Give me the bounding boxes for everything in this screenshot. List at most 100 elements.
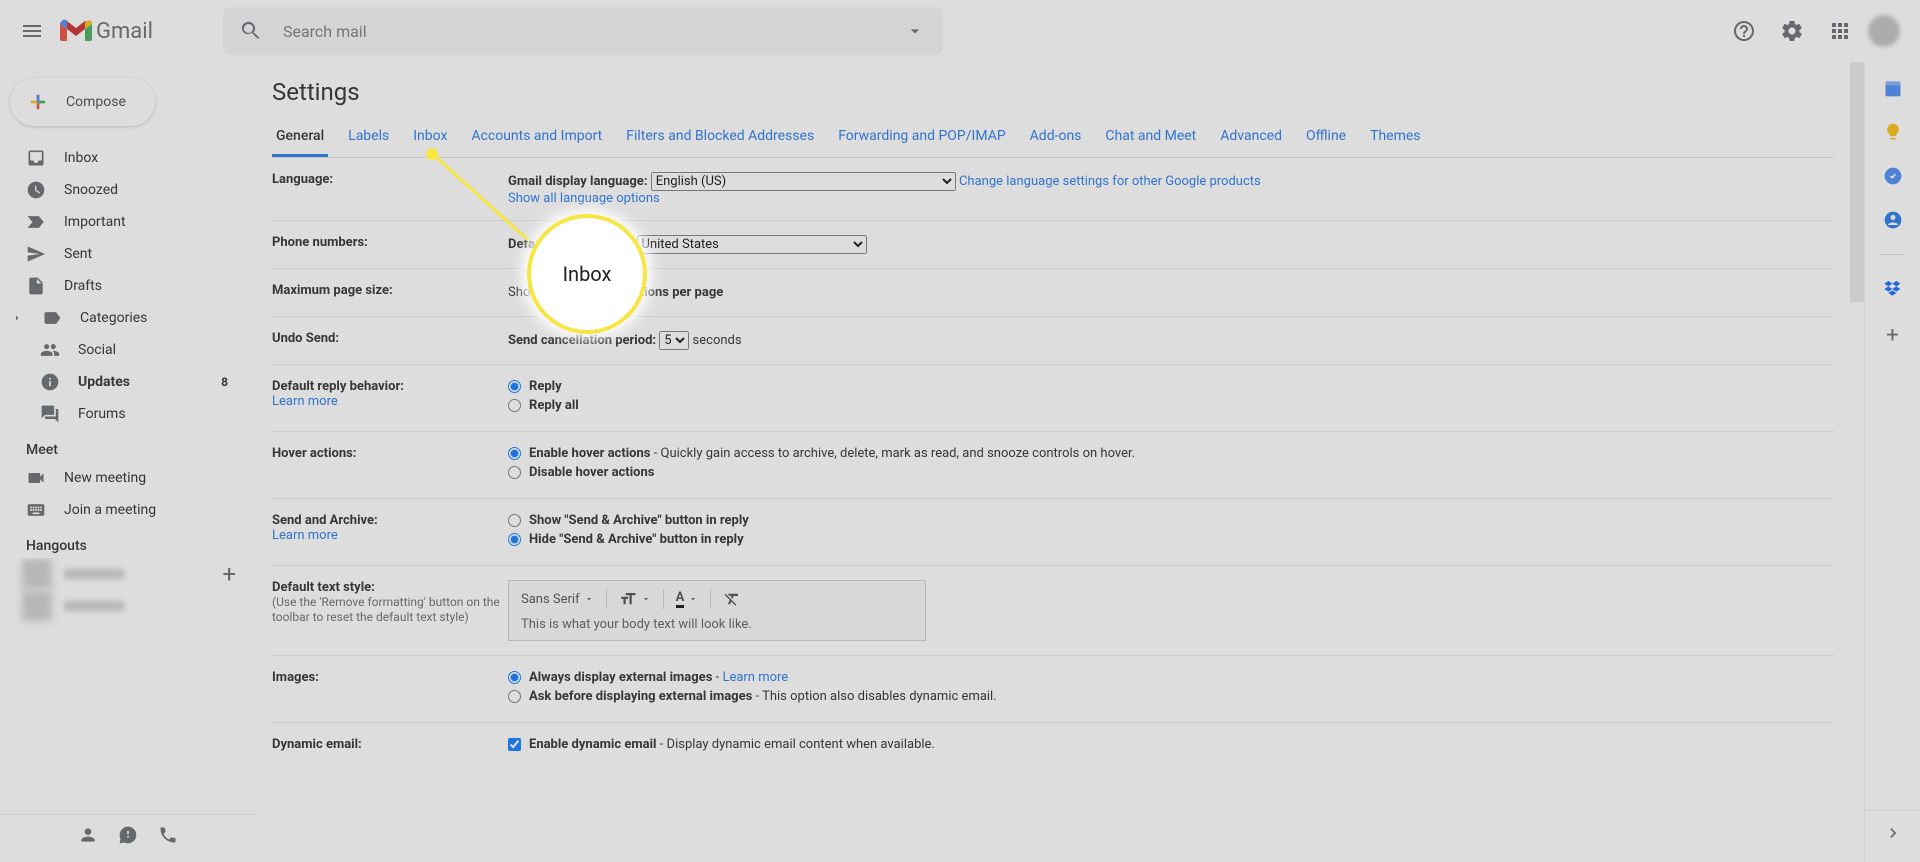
contacts-addon[interactable] <box>1883 210 1903 230</box>
support-button[interactable] <box>1724 11 1764 51</box>
tab-advanced[interactable]: Advanced <box>1216 118 1286 157</box>
sidebar: Compose Inbox Snoozed Important Sent Dra… <box>0 62 256 862</box>
sidebar-item-drafts[interactable]: Drafts <box>0 270 240 302</box>
sidebar-item-new-meeting[interactable]: New meeting <box>0 462 240 494</box>
search-bar[interactable] <box>223 7 943 55</box>
sidebar-item-label: Drafts <box>64 278 102 294</box>
search-input[interactable] <box>283 22 895 41</box>
archive-learn-more-link[interactable]: Learn more <box>272 528 338 543</box>
hide-archive-radio[interactable] <box>508 533 521 546</box>
dropbox-addon[interactable] <box>1883 279 1903 299</box>
sidebar-item-join-meeting[interactable]: Join a meeting <box>0 494 240 526</box>
hangouts-tabs <box>0 814 256 854</box>
change-language-link[interactable]: Change language settings for other Googl… <box>959 174 1261 189</box>
settings-button[interactable] <box>1772 11 1812 51</box>
font-size-button[interactable] <box>619 590 651 608</box>
reply-radio[interactable] <box>508 380 521 393</box>
tab-addons[interactable]: Add-ons <box>1026 118 1086 157</box>
hangouts-list: + <box>0 558 256 814</box>
scrollbar[interactable] <box>1850 62 1864 302</box>
sidebar-item-social[interactable]: Social <box>0 334 240 366</box>
tab-filters[interactable]: Filters and Blocked Addresses <box>622 118 818 157</box>
sidebar-item-categories[interactable]: Categories <box>0 302 240 334</box>
chevron-right-icon <box>1883 823 1903 843</box>
sidebar-item-label: Inbox <box>64 150 98 166</box>
archive-opt1: Show "Send & Archive" button in reply <box>529 513 749 528</box>
undo-period-select[interactable]: 5 <box>659 331 689 350</box>
video-icon <box>26 468 46 488</box>
search-button[interactable] <box>231 11 271 51</box>
clock-icon <box>26 180 46 200</box>
font-color-button[interactable]: A <box>676 590 699 608</box>
sidebar-item-inbox[interactable]: Inbox <box>0 142 240 174</box>
images-learn-more-link[interactable]: Learn more <box>722 670 788 685</box>
sidebar-item-updates[interactable]: Updates 8 <box>0 366 240 398</box>
important-icon <box>26 212 46 232</box>
remove-formatting-button[interactable] <box>723 590 741 608</box>
text-style-label: Default text style: <box>272 580 375 595</box>
disable-hover-radio[interactable] <box>508 466 521 479</box>
tab-labels[interactable]: Labels <box>344 118 393 157</box>
always-images-radio[interactable] <box>508 671 521 684</box>
dynamic-opt1: Enable dynamic email <box>529 737 657 752</box>
tab-inbox[interactable]: Inbox <box>409 118 451 157</box>
hover-label: Hover actions: <box>272 446 508 484</box>
caret-down-icon <box>688 594 698 604</box>
tab-accounts[interactable]: Accounts and Import <box>467 118 606 157</box>
dynamic-label: Dynamic email: <box>272 737 508 756</box>
caret-right-icon <box>10 308 24 328</box>
dynamic-email-checkbox[interactable] <box>508 738 521 751</box>
row-phone: Phone numbers: Default country code: Uni… <box>272 221 1834 269</box>
side-panel: + <box>1864 62 1920 862</box>
gmail-logo[interactable]: Gmail <box>60 19 153 44</box>
sidebar-item-sent[interactable]: Sent <box>0 238 240 270</box>
text-style-sublabel: (Use the 'Remove formatting' button on t… <box>272 595 500 624</box>
caret-down-icon <box>584 594 594 604</box>
hangouts-chat-tab[interactable] <box>110 817 146 853</box>
keyboard-icon <box>26 500 46 520</box>
row-images: Images: Always display external images -… <box>272 656 1834 723</box>
account-avatar[interactable] <box>1868 15 1900 47</box>
keep-addon[interactable] <box>1883 122 1903 142</box>
info-icon <box>40 372 60 392</box>
calendar-addon[interactable] <box>1883 78 1903 98</box>
language-select[interactable]: English (US) <box>651 172 956 191</box>
main-menu-button[interactable] <box>8 7 56 55</box>
archive-label: Send and Archive: <box>272 513 378 528</box>
people-icon <box>40 340 60 360</box>
apps-button[interactable] <box>1820 11 1860 51</box>
ask-images-radio[interactable] <box>508 690 521 703</box>
dynamic-desc: - Display dynamic email content when ava… <box>657 737 935 752</box>
tasks-addon[interactable] <box>1883 166 1903 186</box>
clear-format-icon <box>723 590 741 608</box>
show-all-languages-link[interactable]: Show all language options <box>508 191 660 206</box>
side-panel-toggle[interactable] <box>1865 810 1920 846</box>
add-icon[interactable]: + <box>222 560 236 588</box>
tab-forwarding[interactable]: Forwarding and POP/IMAP <box>834 118 1009 157</box>
hangouts-phone-tab[interactable] <box>150 817 186 853</box>
plus-icon <box>22 86 54 118</box>
sidebar-item-snoozed[interactable]: Snoozed <box>0 174 240 206</box>
enable-hover-radio[interactable] <box>508 447 521 460</box>
font-family-button[interactable]: Sans Serif <box>521 592 594 607</box>
search-options-button[interactable] <box>895 11 935 51</box>
reply-learn-more-link[interactable]: Learn more <box>272 394 338 409</box>
hangouts-contacts-tab[interactable] <box>70 817 106 853</box>
tab-general[interactable]: General <box>272 118 328 157</box>
tab-offline[interactable]: Offline <box>1302 118 1350 157</box>
sidebar-item-forums[interactable]: Forums <box>0 398 240 430</box>
compose-label: Compose <box>66 94 126 110</box>
hangout-contact[interactable]: + <box>0 558 256 590</box>
file-icon <box>26 276 46 296</box>
country-select[interactable]: United States <box>637 235 867 254</box>
main-content: Settings General Labels Inbox Accounts a… <box>256 62 1864 862</box>
tab-chat[interactable]: Chat and Meet <box>1101 118 1200 157</box>
tab-themes[interactable]: Themes <box>1366 118 1424 157</box>
get-addons[interactable]: + <box>1886 323 1898 348</box>
compose-button[interactable]: Compose <box>10 78 155 126</box>
show-archive-radio[interactable] <box>508 514 521 527</box>
hangout-contact[interactable] <box>0 590 256 622</box>
reply-all-radio[interactable] <box>508 399 521 412</box>
hover-opt2: Disable hover actions <box>529 465 654 480</box>
sidebar-item-important[interactable]: Important <box>0 206 240 238</box>
